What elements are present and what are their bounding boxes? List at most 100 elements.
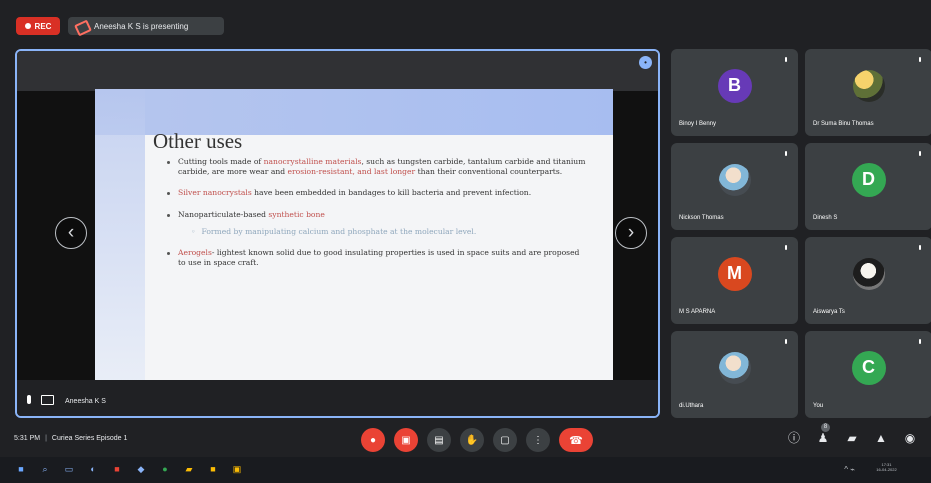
bullet-marker-icon [167,192,170,196]
lock-icon: ◉ [904,431,916,445]
bullet-marker-icon [167,251,170,255]
participant-tile[interactable]: Nickson Thomas [671,143,798,230]
captions-icon: ▤ [434,434,444,446]
mic-muted-icon [785,57,787,62]
mic-muted-icon [919,339,921,344]
call-controls: ● ▣ ▤ ✋ ▢ ⋮ ☎ [361,428,593,452]
slide-sub-bullet: ◦ Formed by manipulating calcium and pho… [191,227,587,237]
sub-bullet-text: Formed by manipulating calcium and phosp… [201,227,477,237]
participant-tile[interactable]: Aiswarya Ts [805,237,931,324]
slide-bullet-3: Nanoparticulate-based synthetic bone [167,210,587,220]
captions-button[interactable]: ▤ [427,428,451,452]
participant-tile[interactable]: Dr Suma Binu Thomas [805,49,931,136]
presentation-stage: • Other uses Cutting tools made of nanoc… [15,49,660,418]
meeting-tools: ⓘ ♟ 8 ▰ ▲ ◉ [787,423,917,445]
taskbar-icons: ■ ⌕ ▭ ◐ ■ ◆ ● ▰ ■ ▣ [16,464,242,474]
chrome-icon[interactable]: ● [160,464,170,474]
next-slide-button[interactable]: › [615,217,647,249]
participant-tile[interactable]: M M S APARNA [671,237,798,324]
mic-off-icon: ● [369,434,377,446]
meeting-info: 5:31 PM | Curiea Series Episode 1 [14,435,127,442]
mic-icon [27,395,31,404]
mic-muted-icon [785,339,787,344]
participant-name: Binoy I Benny [679,121,717,127]
slide-bullet-2: Silver nanocrystals have been embedded i… [167,188,587,198]
avatar: C [851,350,886,385]
file-explorer-icon[interactable]: ▰ [184,464,194,474]
windows-start-icon[interactable]: ■ [16,464,26,474]
avatar: D [851,162,886,197]
bullet-lead-text: Cutting tools made of [178,157,264,166]
office-icon[interactable]: ■ [112,464,122,474]
participant-tile[interactable]: D Dinesh S [805,143,931,230]
bullet-highlight-text: synthetic bone [268,209,325,219]
slide-bullet-list: Cutting tools made of nanocrystalline ma… [167,157,587,279]
bullet-text: Cutting tools made of nanocrystalline ma… [178,157,587,176]
meeting-controls-bar: 5:31 PM | Curiea Series Episode 1 ● ▣ ▤ ✋ … [0,423,931,457]
chat-button[interactable]: ▰ [845,431,859,445]
activities-button[interactable]: ▲ [874,431,888,445]
bullet-highlight-text: erosion-resistant, and last longer [287,166,416,176]
mic-muted-icon [785,151,787,156]
taskbar-clock[interactable]: 17:31 16-04-2022 [864,462,909,472]
participant-name: Nickson Thomas [679,215,724,221]
slide-title: Other uses [153,129,243,153]
recording-dot-icon [24,23,31,29]
bullet-highlight-text: Silver nanocrystals [178,188,252,198]
participant-name: Dinesh S [813,215,838,221]
slide-left-band [95,89,145,381]
meeting-title: Curiea Series Episode 1 [51,435,128,442]
bullet-lead-text: Nanoparticulate-based [178,209,269,219]
people-button[interactable]: ♟ 8 [816,423,830,445]
app-icon[interactable]: ■ [208,464,218,474]
camera-off-button[interactable]: ▣ [394,428,418,452]
present-button[interactable]: ▢ [493,428,517,452]
activities-icon: ▲ [875,431,887,445]
chat-icon: ▰ [847,431,857,445]
end-call-icon: ☎ [569,434,583,447]
screen-share-icon [41,395,54,405]
lock-button[interactable]: ◉ [903,431,917,445]
bullet-body-text: than their conventional counterparts. [415,166,563,176]
recording-label: REC [34,21,52,31]
bullet-text: Aerogels- lightest known solid due to go… [178,248,587,267]
bullet-highlight-text: Aerogels [178,247,212,257]
mic-off-button[interactable]: ● [361,428,385,452]
participant-tile[interactable]: C You [805,331,931,418]
stage-header: • [17,51,658,91]
pin-icon[interactable]: • [639,56,652,69]
present-icon: ▢ [500,434,510,446]
previous-slide-button[interactable]: ‹ [55,217,87,249]
top-presentation-bar: REC Aneesha K S is presenting [0,0,931,44]
store-icon[interactable]: ◆ [136,464,146,474]
avatar [852,69,885,102]
info-icon: ⓘ [787,431,800,445]
bullet-text: Nanoparticulate-based synthetic bone [178,210,325,220]
mic-muted-icon [785,245,787,250]
bullet-highlight-text: nanocrystalline materials [263,157,362,166]
edge-icon[interactable]: ◐ [88,464,98,474]
notes-icon[interactable]: ▣ [232,464,242,474]
task-view-icon[interactable]: ▭ [64,464,74,474]
chevron-right-icon: › [627,222,635,243]
bullet-text: Silver nanocrystals have been embedded i… [178,188,531,198]
search-icon[interactable]: ⌕ [40,464,50,474]
participant-tile[interactable]: B Binoy I Benny [671,49,798,136]
mic-muted-icon [919,245,921,250]
presenter-status-label: Aneesha K S is presenting [94,21,189,31]
avatar: B [717,68,752,103]
mic-muted-icon [919,57,921,62]
mic-muted-icon [919,151,921,156]
participant-tile[interactable]: di.Uthara [671,331,798,418]
participant-name: di.Uthara [679,403,704,409]
presenting-status: Aneesha K S is presenting [68,17,224,35]
more-options-button[interactable]: ⋮ [526,428,550,452]
end-call-button[interactable]: ☎ [559,428,593,452]
bullet-body-text: have been embedded in bandages to kill b… [251,188,532,198]
sub-bullet-marker-icon: ◦ [191,227,196,237]
raise-hand-button[interactable]: ✋ [460,428,484,452]
info-button[interactable]: ⓘ [787,431,801,445]
people-icon: ♟ [817,431,829,445]
windows-taskbar: ■ ⌕ ▭ ◐ ■ ◆ ● ▰ ■ ▣ ^ ⌁ 17:31 16-04-2022 [0,457,931,483]
system-tray[interactable]: ^ ⌁ [844,465,855,474]
